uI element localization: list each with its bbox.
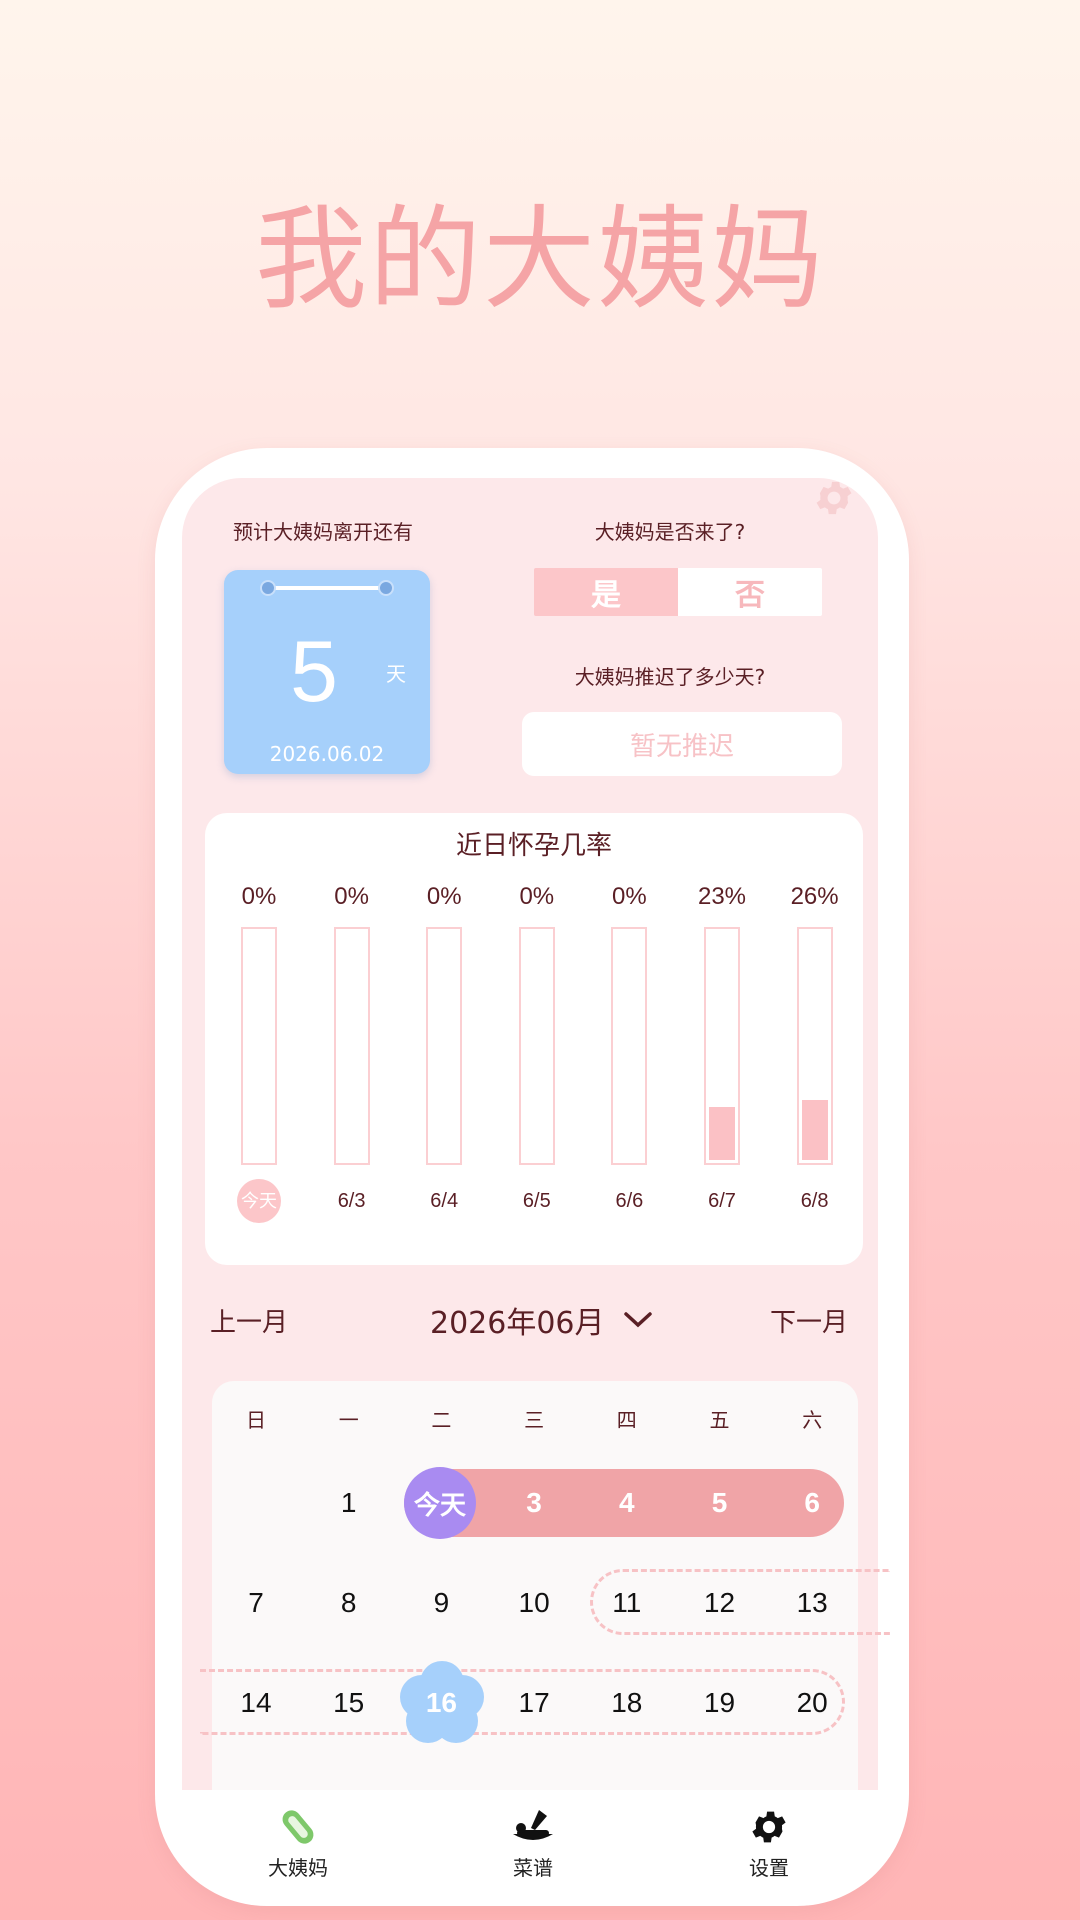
pad-icon: [282, 1810, 314, 1844]
chance-column: 0% 6/3: [320, 883, 384, 1223]
calendar-day[interactable]: 13: [766, 1568, 858, 1638]
cooking-icon: [513, 1810, 553, 1840]
delay-question: 大姨妈推迟了多少天?: [574, 665, 766, 689]
next-month-button[interactable]: 下一月: [770, 1302, 848, 1339]
chance-column: 0% 6/4: [412, 883, 476, 1223]
tab-period[interactable]: 大姨妈: [238, 1806, 358, 1881]
chance-bar-fill: [709, 1107, 735, 1160]
calendar-ring: [260, 580, 276, 596]
delay-value-field[interactable]: 暂无推迟: [522, 712, 842, 776]
chance-bar: [333, 927, 370, 1165]
calendar-day[interactable]: 18: [581, 1668, 673, 1738]
tab-recipes[interactable]: 菜谱: [473, 1806, 593, 1881]
calendar-day[interactable]: 9: [395, 1568, 487, 1638]
chance-day: 6/5: [522, 1190, 551, 1212]
chance-percent: 0%: [426, 883, 462, 910]
gear-icon[interactable]: [812, 476, 856, 520]
calendar-day[interactable]: 6: [766, 1468, 858, 1538]
gear-icon: [752, 1811, 786, 1843]
chance-day: 6/7: [708, 1190, 736, 1212]
weekday-header: 五: [709, 1408, 730, 1432]
calendar-day[interactable]: 14: [210, 1668, 302, 1738]
calendar-day[interactable]: 19: [674, 1668, 766, 1738]
tab-label: 设置: [749, 1856, 789, 1880]
chance-column: 0% 今天: [227, 883, 291, 1223]
weekday-header: 三: [524, 1408, 545, 1432]
days-left-label: 预计大姨妈离开还有: [233, 520, 413, 544]
chance-column: 23% 6/7: [690, 883, 754, 1223]
days-left-card: 5 天 2026.06.02: [224, 570, 430, 774]
chance-percent: 0%: [334, 883, 369, 910]
expected-end-date: 2026.06.02: [269, 742, 385, 766]
period-came-toggle[interactable]: 是 否: [534, 568, 822, 616]
weekday-header: 六: [802, 1408, 823, 1432]
chance-day: 6/8: [800, 1190, 829, 1212]
calendar-day[interactable]: 5: [674, 1468, 766, 1538]
calendar-day[interactable]: 16: [395, 1668, 487, 1738]
chance-day-today: 今天: [227, 1179, 291, 1223]
chance-day: 6/4: [430, 1190, 459, 1212]
tab-settings[interactable]: 设置: [709, 1806, 829, 1881]
chance-column: 0% 6/6: [597, 883, 661, 1223]
chance-percent: 23%: [697, 883, 747, 910]
weekday-header: 二: [431, 1408, 452, 1432]
chance-bar-fill: [801, 1100, 828, 1160]
calendar-day[interactable]: 7: [210, 1568, 302, 1638]
chance-bar: [704, 927, 740, 1165]
chance-column: 26% 6/8: [783, 883, 847, 1223]
pregnancy-chance-card: 近日怀孕几率 0% 今天 0% 6/3 0% 6/4 0% 6/5 0% 6/6 23% 6/7 26%…: [205, 813, 863, 1265]
no-option[interactable]: 否: [678, 568, 822, 616]
calendar-day[interactable]: 12: [674, 1568, 766, 1638]
weekday-header: 一: [338, 1408, 359, 1432]
weekday-header: 四: [616, 1408, 637, 1432]
tab-label: 菜谱: [513, 1856, 553, 1880]
period-came-question: 大姨妈是否来了?: [594, 520, 746, 544]
tab-label: 大姨妈: [268, 1856, 328, 1880]
calendar-day[interactable]: 8: [303, 1568, 395, 1638]
calendar-day[interactable]: 1: [303, 1468, 395, 1538]
month-title: 2026年06月: [430, 1306, 605, 1341]
prev-month-button[interactable]: 上一月: [210, 1302, 288, 1339]
headline: 我的大姨妈: [255, 195, 825, 325]
days-left-unit: 天: [386, 662, 406, 686]
calendar-day[interactable]: 3: [488, 1468, 580, 1538]
chance-bar: [518, 927, 555, 1165]
today-marker[interactable]: 今天: [404, 1467, 476, 1539]
calendar-day[interactable]: 20: [766, 1668, 858, 1738]
chance-bar: [796, 927, 833, 1165]
chevron-down-icon: [623, 1312, 652, 1328]
chance-bar: [241, 927, 277, 1165]
calendar-ring: [378, 580, 394, 596]
calendar-day[interactable]: 17: [488, 1668, 580, 1738]
calendar-day[interactable]: 4: [581, 1468, 673, 1538]
chance-bar: [611, 927, 648, 1165]
calendar-day[interactable]: 10: [488, 1568, 580, 1638]
days-left-number: 5: [290, 624, 338, 720]
month-selector[interactable]: 2026年06月: [430, 1298, 653, 1342]
chance-percent: 0%: [519, 883, 555, 910]
calendar-ring-bar: [268, 586, 386, 590]
calendar-day[interactable]: 11: [581, 1568, 673, 1638]
weekday-header: 日: [246, 1408, 266, 1432]
chance-percent: 0%: [612, 883, 647, 910]
chance-column: 0% 6/5: [505, 883, 569, 1223]
yes-option[interactable]: 是: [534, 568, 678, 616]
pregnancy-chance-title: 近日怀孕几率: [455, 831, 612, 861]
today-badge: 今天: [237, 1179, 281, 1223]
chance-day: 6/6: [615, 1190, 644, 1212]
chance-percent: 0%: [241, 883, 277, 910]
calendar-day[interactable]: 15: [303, 1668, 395, 1738]
chance-bar: [426, 927, 463, 1165]
chance-day: 6/3: [337, 1190, 366, 1212]
chance-percent: 26%: [790, 883, 839, 910]
